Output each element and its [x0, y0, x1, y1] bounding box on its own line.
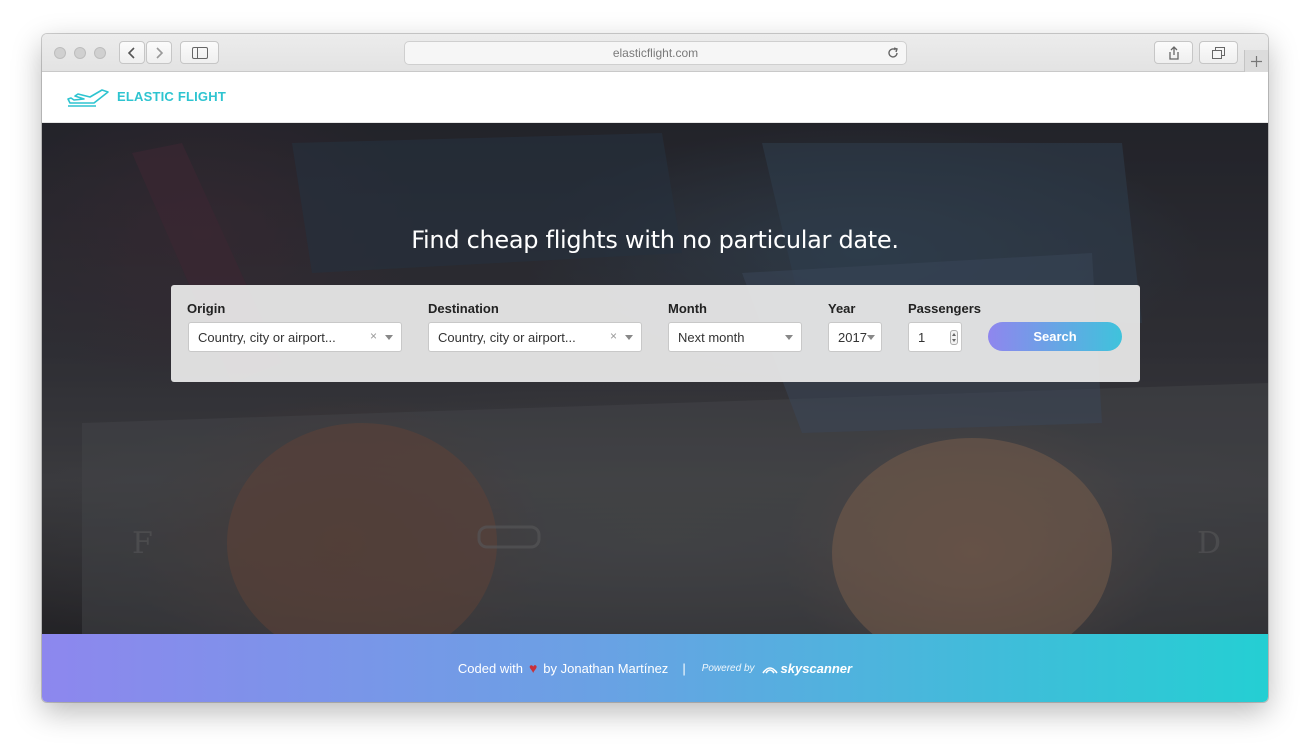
chevron-down-icon: [385, 335, 393, 340]
origin-placeholder: Country, city or airport...: [198, 329, 336, 345]
chevron-down-icon: [625, 335, 633, 340]
hero-section: F D Find cheap flights with no particula…: [42, 123, 1268, 634]
back-button[interactable]: [119, 41, 145, 64]
search-button[interactable]: Search: [988, 322, 1122, 351]
minimize-window-button[interactable]: [74, 47, 86, 59]
chevron-down-icon: [867, 335, 875, 340]
logo-text: ELASTIC FLIGHT: [117, 88, 226, 104]
zoom-window-button[interactable]: [94, 47, 106, 59]
site-logo[interactable]: ELASTIC FLIGHT: [66, 85, 226, 107]
url-text: elasticflight.com: [612, 46, 699, 60]
stepper-icon[interactable]: [950, 330, 958, 345]
sidebar-icon: [191, 46, 208, 59]
chevron-right-icon: [156, 46, 164, 59]
tabs-icon: [1212, 46, 1225, 59]
browser-toolbar: elasticflight.com: [42, 34, 1268, 72]
passengers-input[interactable]: 1: [908, 322, 962, 352]
close-window-button[interactable]: [54, 47, 66, 59]
destination-select[interactable]: Country, city or airport... ×: [428, 322, 642, 352]
chevron-down-icon: [785, 335, 793, 340]
author-text: by Jonathan Martínez: [543, 660, 669, 676]
passengers-value: 1: [918, 329, 926, 345]
passengers-label: Passengers: [908, 301, 981, 316]
year-select[interactable]: 2017: [828, 322, 882, 352]
plane-logo-icon: [67, 89, 109, 107]
destination-label: Destination: [428, 301, 499, 316]
plus-icon: [1251, 55, 1262, 67]
chevron-left-icon: [127, 46, 135, 59]
origin-label: Origin: [187, 301, 226, 316]
origin-clear-icon[interactable]: ×: [370, 329, 377, 343]
powered-by-text: Powered by: [701, 662, 755, 674]
year-value: 2017: [838, 329, 867, 345]
year-label: Year: [828, 301, 856, 316]
address-bar[interactable]: elasticflight.com: [404, 41, 907, 65]
skyscanner-sunrise-icon: [761, 667, 778, 674]
sidebar-toggle-button[interactable]: [180, 41, 219, 64]
search-form: Origin Country, city or airport... × Des…: [171, 285, 1140, 382]
month-select[interactable]: Next month: [668, 322, 802, 352]
origin-select[interactable]: Country, city or airport... ×: [188, 322, 402, 352]
footer-separator: |: [682, 660, 686, 676]
reload-icon[interactable]: [886, 46, 900, 60]
site-header: ELASTIC FLIGHT: [42, 72, 1268, 123]
share-button[interactable]: [1154, 41, 1193, 64]
month-value: Next month: [678, 329, 745, 345]
browser-window: elasticflight.com ELASTIC FLIGHT F D Fin…: [42, 34, 1268, 702]
show-tabs-button[interactable]: [1199, 41, 1238, 64]
heart-icon: ♥: [528, 660, 538, 676]
hero-title: Find cheap flights with no particular da…: [411, 226, 899, 254]
destination-placeholder: Country, city or airport...: [438, 329, 576, 345]
share-icon: [1168, 45, 1179, 60]
destination-clear-icon[interactable]: ×: [610, 329, 617, 343]
coded-with-text: Coded with: [457, 660, 523, 676]
forward-button[interactable]: [146, 41, 172, 64]
skyscanner-text: skyscanner: [780, 660, 853, 676]
month-label: Month: [668, 301, 707, 316]
site-footer: Coded with ♥ by Jonathan Martínez | Powe…: [42, 634, 1268, 702]
skyscanner-logo[interactable]: skyscanner: [761, 660, 853, 676]
new-tab-button[interactable]: [1244, 50, 1268, 72]
